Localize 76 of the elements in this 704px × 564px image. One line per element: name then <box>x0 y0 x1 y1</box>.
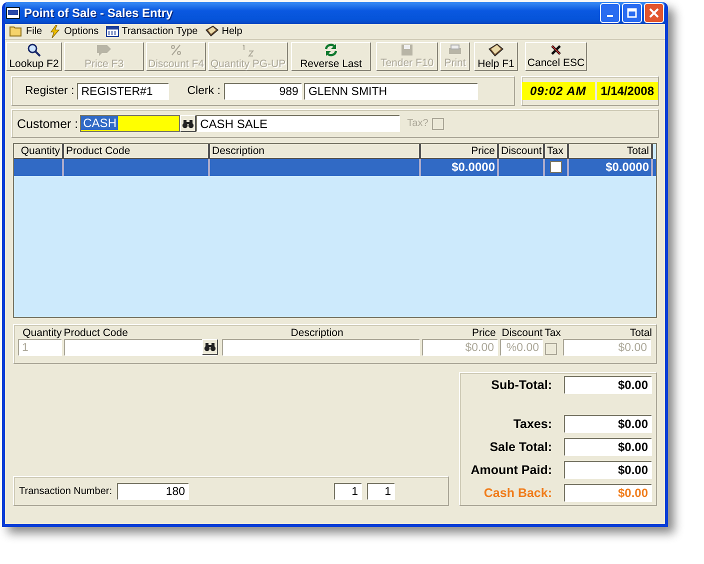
menu-item[interactable]: Help <box>202 25 248 38</box>
printer-icon <box>448 44 462 56</box>
tag-icon <box>96 43 112 58</box>
product-code-field[interactable] <box>64 339 217 356</box>
total-value: $0.00 <box>564 438 652 456</box>
toolbar-button[interactable]: Lookup F2 <box>6 42 62 72</box>
field-label: Clerk : <box>187 85 220 98</box>
minimize-icon <box>607 14 613 17</box>
grid-row[interactable]: $0.0000 $0.0000 <box>14 158 656 176</box>
tax-checkbox[interactable] <box>550 161 562 174</box>
column-header[interactable]: Product Code <box>64 144 210 159</box>
total-label: Cash Back: <box>484 486 552 500</box>
toolbar-button[interactable]: Cancel ESC <box>525 42 587 72</box>
book-icon <box>488 43 504 58</box>
time-display: 09:02 AM <box>522 82 595 100</box>
table-cell: $0.0000 <box>569 158 653 176</box>
reverse-arrows-icon <box>324 43 338 58</box>
total-label: Amount Paid: <box>470 463 552 477</box>
column-label: Discount <box>502 327 543 340</box>
table-cell: $0.0000 <box>421 158 499 176</box>
window-title: Point of Sale - Sales Entry <box>24 6 174 20</box>
close-icon <box>649 8 659 18</box>
column-header[interactable]: Total <box>569 144 653 159</box>
tax-checkbox[interactable] <box>432 118 444 130</box>
transaction-number-field[interactable]: 180 <box>117 482 189 500</box>
total-label: Taxes: <box>513 417 552 431</box>
column-label: Quantity <box>22 327 62 340</box>
maximize-button[interactable] <box>622 2 642 23</box>
tax-label: Tax? <box>407 118 428 129</box>
fraction-icon <box>241 43 255 58</box>
book-icon <box>204 25 219 38</box>
menu-item[interactable]: File <box>7 25 48 38</box>
clerk-id-field[interactable]: 989 <box>224 82 302 100</box>
page-count-field[interactable]: 1 <box>367 482 395 500</box>
field-label: Transaction Number: <box>19 486 112 496</box>
toolbar-button[interactable]: Help F1 <box>474 42 518 72</box>
column-label: Description <box>290 327 344 340</box>
menu-item[interactable]: Transaction Type <box>104 25 203 38</box>
column-header[interactable]: Description <box>210 144 421 159</box>
percent-icon <box>170 43 182 58</box>
column-header[interactable]: Tax <box>545 144 569 159</box>
maximize-icon <box>627 8 637 18</box>
close-button[interactable] <box>644 2 664 23</box>
column-label: Price <box>472 327 496 340</box>
register-field[interactable]: REGISTER#1 <box>77 82 170 100</box>
menu-item[interactable]: Options <box>47 24 104 38</box>
calendar-icon <box>106 25 119 38</box>
total-label: Sub-Total: <box>491 378 552 392</box>
date-display: 1/14/2008 <box>596 82 658 100</box>
customer-code-field[interactable]: CASH <box>80 115 180 132</box>
clerk-name-field[interactable]: GLENN SMITH <box>304 82 478 100</box>
column-label: Product Code <box>64 327 128 340</box>
minimize-button[interactable] <box>600 2 620 23</box>
column-header[interactable]: Discount <box>499 144 545 159</box>
app-icon <box>6 6 20 19</box>
lookup-button[interactable] <box>202 339 218 356</box>
lightning-icon <box>49 24 62 38</box>
lookup-button[interactable] <box>180 115 196 132</box>
total-value: $0.00 <box>564 376 652 394</box>
total-value: $0.00 <box>564 415 652 433</box>
page-field[interactable]: 1 <box>334 482 362 500</box>
tax-checkbox[interactable] <box>545 343 557 356</box>
search-icon <box>27 43 41 58</box>
column-header[interactable]: Quantity <box>14 144 64 159</box>
customer-name-field[interactable]: CASH SALE <box>196 115 400 132</box>
field-label: Register : <box>25 85 74 98</box>
total-value: $0.00 <box>564 461 652 479</box>
toolbar-button[interactable]: Reverse Last <box>291 42 371 72</box>
total-label: Sale Total: <box>490 440 552 454</box>
column-header[interactable]: Price <box>421 144 499 159</box>
cancel-icon <box>550 44 562 56</box>
column-label: Tax <box>544 327 561 340</box>
field-label: Customer : <box>17 116 78 130</box>
description-field[interactable] <box>222 339 420 356</box>
column-label: Total <box>630 327 652 340</box>
total-value: $0.00 <box>564 484 652 502</box>
